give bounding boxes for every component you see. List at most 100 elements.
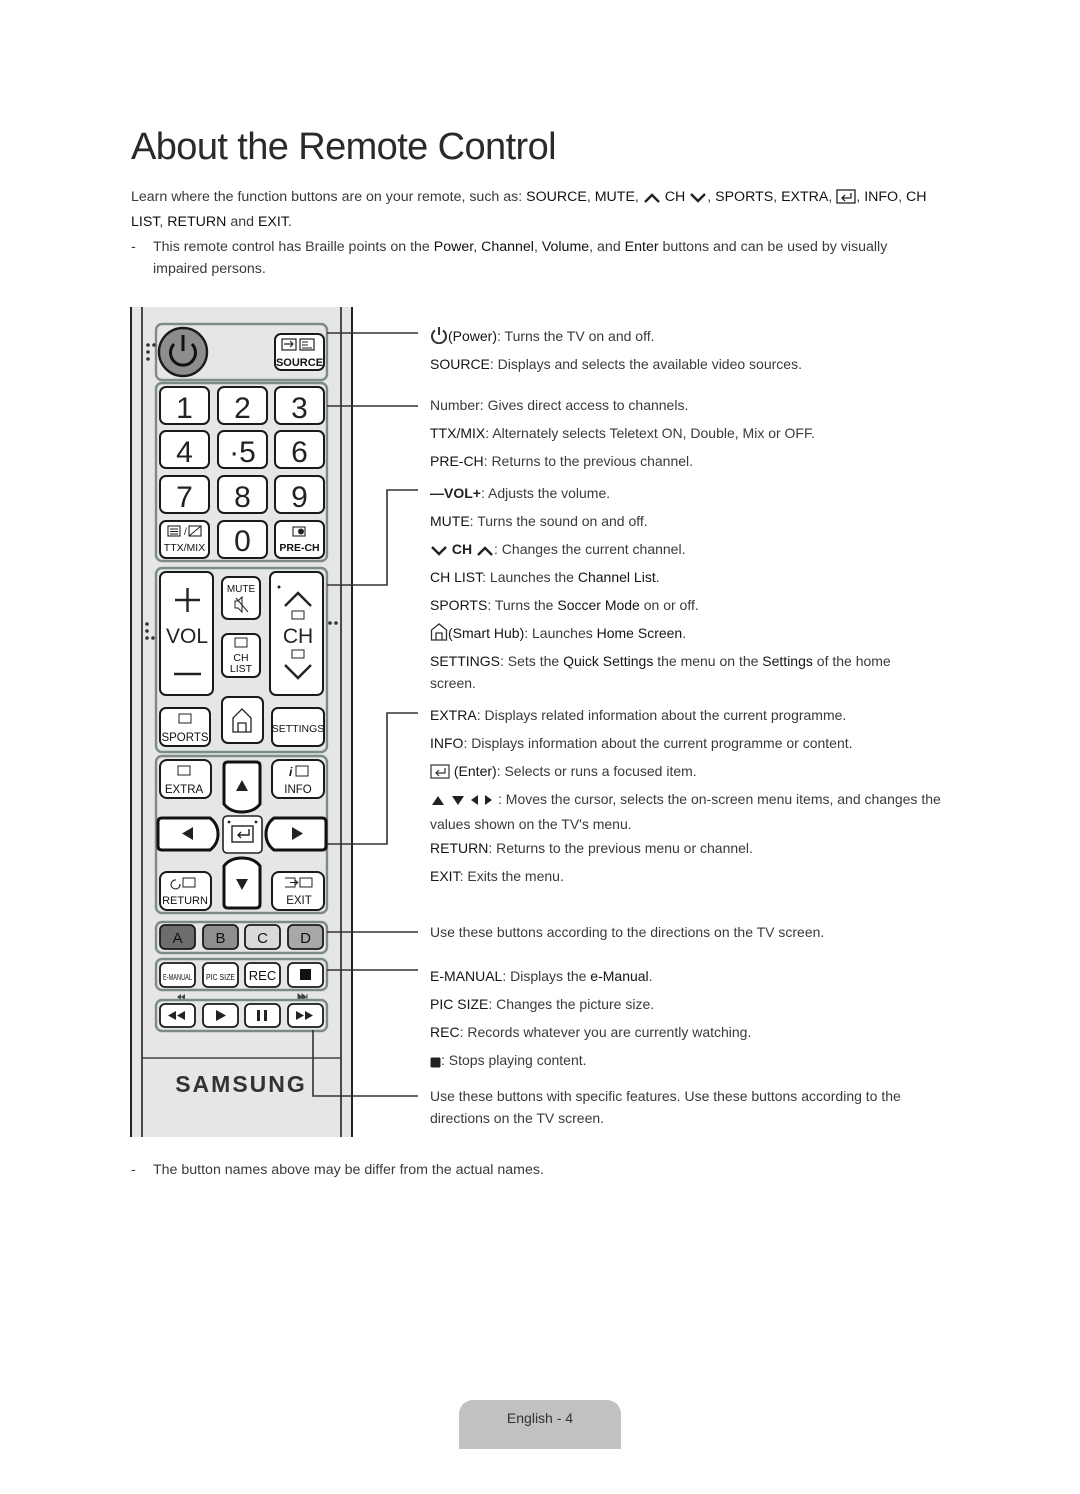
chevron-up-icon: [476, 541, 494, 563]
desc-arrows: : Moves the cursor, selects the on-scree…: [430, 791, 941, 832]
svg-text:3: 3: [291, 392, 308, 425]
settings-button[interactable]: SETTINGS: [271, 707, 325, 747]
desc-source: SOURCE: Displays and selects the availab…: [430, 356, 802, 372]
svg-text:6: 6: [291, 436, 308, 469]
play-button[interactable]: [202, 1003, 239, 1028]
svg-text:SETTINGS: SETTINGS: [272, 723, 325, 735]
bottom-note: - The button names above may be differ f…: [131, 1162, 544, 1178]
minus-icon: —: [430, 485, 444, 501]
source-label: SOURCE: [276, 357, 323, 369]
home-icon: [430, 623, 448, 647]
extra-button[interactable]: EXTRA: [159, 759, 212, 799]
digit-button[interactable]: ·5: [217, 430, 268, 469]
stop-icon: [300, 969, 311, 980]
svg-text:MUTE: MUTE: [227, 584, 256, 595]
power-icon: [430, 326, 448, 350]
stop-icon: [430, 1052, 441, 1074]
info-button[interactable]: i INFO: [271, 759, 325, 799]
svg-text:EXIT: EXIT: [286, 895, 312, 907]
desc-power: (Power): Turns the TV on and off.: [430, 325, 950, 350]
desc-rec: REC: Records whatever you are currently …: [430, 1024, 752, 1040]
desc-ttx-mix: TTX/MIX: Alternately selects Teletext ON…: [430, 425, 815, 441]
dpad-right-button[interactable]: [264, 816, 328, 852]
e-manual-button[interactable]: E-MANUAL: [159, 962, 196, 988]
pause-button[interactable]: [244, 1003, 281, 1028]
digit-0-button[interactable]: 0: [217, 520, 268, 559]
digit-button[interactable]: 6: [274, 430, 325, 469]
svg-text:4: 4: [176, 436, 193, 469]
fast-forward-button[interactable]: [287, 1003, 324, 1028]
desc-info: INFO: Displays information about the cur…: [430, 735, 853, 751]
desc-extra: EXTRA: Displays related information abou…: [430, 707, 847, 723]
samsung-logo: SAMSUNG: [175, 1071, 307, 1097]
desc-channel: CH : Changes the current channel.: [430, 538, 950, 563]
svg-text:E-MANUAL: E-MANUAL: [163, 973, 192, 982]
digit-button[interactable]: 8: [217, 475, 268, 514]
desc-settings: SETTINGS: Sets the Quick Settings the me…: [430, 653, 891, 691]
digit-button[interactable]: 7: [159, 475, 210, 514]
chevron-down-icon: [430, 541, 448, 563]
svg-text:9: 9: [291, 481, 308, 514]
color-key-c-button[interactable]: C: [244, 924, 281, 950]
enter-button[interactable]: [222, 815, 263, 854]
dpad-down-button[interactable]: [222, 856, 262, 910]
mute-button[interactable]: MUTE: [221, 576, 261, 620]
desc-volume: —VOL+: Adjusts the volume.: [430, 485, 611, 501]
desc-enter: (Enter): Selects or runs a focused item.: [430, 760, 950, 785]
desc-return: RETURN: Returns to the previous menu or …: [430, 840, 753, 856]
svg-text:8: 8: [234, 481, 251, 514]
svg-text:PIC SIZE: PIC SIZE: [206, 973, 235, 982]
pic-size-button[interactable]: PIC SIZE: [202, 962, 239, 988]
desc-color-buttons: Use these buttons according to the direc…: [430, 924, 825, 940]
digit-button[interactable]: 3: [274, 386, 325, 425]
pause-icon: [257, 1010, 260, 1021]
desc-pre-ch: PRE-CH: Returns to the previous channel.: [430, 453, 694, 469]
desc-stop: : Stops playing content.: [430, 1049, 950, 1074]
desc-exit: EXIT: Exits the menu.: [430, 868, 564, 884]
rewind-button[interactable]: [159, 1003, 196, 1028]
svg-text:C: C: [257, 930, 268, 947]
power-button[interactable]: [157, 326, 209, 378]
stop-button[interactable]: [287, 962, 324, 988]
ttx-mix-label: TTX/MIX: [164, 542, 205, 554]
desc-media-buttons: Use these buttons with specific features…: [430, 1088, 901, 1126]
dpad-up-button[interactable]: [222, 760, 262, 814]
channel-rocker[interactable]: CH: [269, 571, 324, 696]
page-number: English - 4: [506, 1410, 574, 1426]
svg-text:VOL: VOL: [166, 625, 208, 648]
color-key-d-button[interactable]: D: [287, 924, 324, 950]
sports-button[interactable]: SPORTS: [159, 707, 211, 747]
color-key-b-button[interactable]: B: [202, 924, 239, 950]
desc-ch-list: CH LIST: Launches the Channel List.: [430, 569, 660, 585]
pre-ch-button[interactable]: PRE-CH: [274, 520, 325, 559]
desc-mute: MUTE: Turns the sound on and off.: [430, 513, 648, 529]
svg-text:SPORTS: SPORTS: [161, 732, 208, 744]
digit-button[interactable]: 1: [159, 386, 210, 425]
svg-text:EXTRA: EXTRA: [165, 784, 204, 796]
svg-text:1: 1: [176, 392, 193, 425]
source-button[interactable]: SOURCE: [274, 333, 325, 371]
rec-button[interactable]: REC: [244, 962, 281, 988]
ttx-mix-button[interactable]: / TTX/MIX: [159, 520, 210, 559]
digit-button[interactable]: 9: [274, 475, 325, 514]
enter-icon: [430, 763, 450, 785]
color-key-a-button[interactable]: A: [159, 924, 196, 950]
svg-text:7: 7: [176, 481, 193, 514]
desc-pic-size: PIC SIZE: Changes the picture size.: [430, 996, 655, 1012]
exit-button[interactable]: EXIT: [271, 871, 325, 911]
svg-text:/: /: [184, 527, 187, 538]
ch-list-button[interactable]: CH LIST: [221, 633, 261, 678]
smart-hub-button[interactable]: [221, 696, 264, 744]
svg-text:RETURN: RETURN: [162, 895, 208, 907]
svg-text:·5: ·5: [229, 436, 256, 469]
svg-text:2: 2: [234, 392, 251, 425]
desc-smart-hub: (Smart Hub): Launches Home Screen.: [430, 622, 950, 647]
digit-button[interactable]: 2: [217, 386, 268, 425]
desc-e-manual: E-MANUAL: Displays the e-Manual.: [430, 968, 653, 984]
return-button[interactable]: RETURN: [159, 871, 212, 911]
plus-icon: +: [472, 485, 481, 501]
dpad-left-button[interactable]: [156, 816, 220, 852]
volume-rocker[interactable]: VOL: [159, 571, 214, 696]
svg-text:B: B: [215, 930, 225, 947]
digit-button[interactable]: 4: [159, 430, 210, 469]
